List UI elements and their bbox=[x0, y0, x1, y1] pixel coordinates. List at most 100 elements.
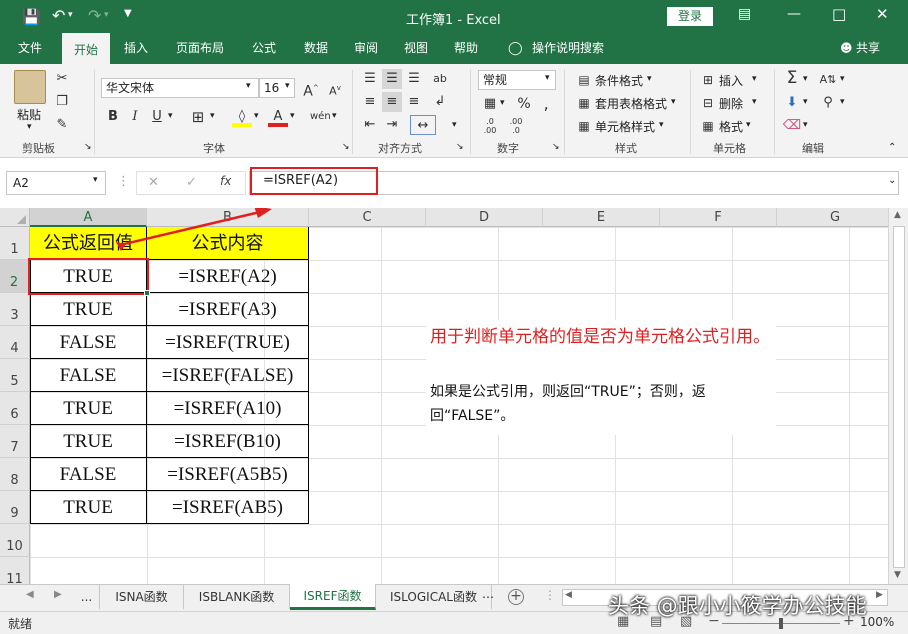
phonetic-dropdown-icon[interactable]: ▾ bbox=[332, 111, 337, 121]
format-dropdown-icon[interactable]: ▾ bbox=[746, 120, 751, 130]
sheet-tab-more[interactable]: ... bbox=[74, 585, 100, 609]
font-launcher-icon[interactable]: ↘ bbox=[342, 142, 350, 152]
name-box-dropdown-icon[interactable]: ▾ bbox=[93, 175, 98, 185]
tab-splitter-icon[interactable]: ⋮ bbox=[544, 588, 556, 602]
tab-formulas[interactable]: 公式 bbox=[244, 33, 284, 64]
clear-dropdown-icon[interactable]: ▾ bbox=[803, 120, 808, 130]
sort-dropdown-icon[interactable]: ▾ bbox=[840, 74, 845, 84]
currency-icon[interactable]: ▦ bbox=[480, 94, 500, 114]
sheet-tab-isref[interactable]: ISREF函数 bbox=[290, 584, 376, 610]
font-name-dropdown-icon[interactable]: ▾ bbox=[246, 81, 251, 91]
fill-color-dropdown-icon[interactable]: ▾ bbox=[254, 111, 259, 121]
autosum-dropdown-icon[interactable]: ▾ bbox=[803, 74, 808, 84]
format-as-table-button[interactable]: 套用表格格式 bbox=[595, 95, 667, 112]
clear-icon[interactable]: ⌫ bbox=[782, 116, 802, 136]
italic-icon[interactable]: I bbox=[125, 107, 145, 127]
scroll-right-icon[interactable]: ▶ bbox=[876, 590, 883, 600]
fill-dropdown-icon[interactable]: ▾ bbox=[803, 97, 808, 107]
maximize-icon[interactable]: □ bbox=[832, 5, 846, 23]
align-launcher-icon[interactable]: ↘ bbox=[456, 142, 464, 152]
font-name-select[interactable]: 华文宋体 bbox=[101, 78, 259, 98]
redo-icon[interactable]: ↷ bbox=[88, 6, 101, 25]
tab-file[interactable]: 文件 bbox=[10, 33, 50, 64]
decrease-decimal-icon[interactable]: .00.0 bbox=[506, 117, 526, 137]
save-icon[interactable]: 💾 bbox=[22, 8, 41, 26]
increase-decimal-icon[interactable]: .0.00 bbox=[480, 117, 500, 137]
scroll-tabs-left-icon[interactable]: ◀ bbox=[26, 589, 34, 600]
sheet-tab-isblank[interactable]: ISBLANK函数 bbox=[184, 585, 290, 609]
cut-icon[interactable]: ✂ bbox=[52, 69, 72, 89]
borders-dropdown-icon[interactable]: ▾ bbox=[210, 111, 215, 121]
comma-style-icon[interactable]: ‚ bbox=[536, 94, 556, 114]
tab-home[interactable]: 开始 bbox=[62, 33, 110, 64]
tab-insert[interactable]: 插入 bbox=[116, 33, 156, 64]
paste-dropdown-icon[interactable]: ▾ bbox=[27, 122, 32, 132]
borders-icon[interactable]: ⊞ bbox=[188, 107, 208, 127]
sort-filter-icon[interactable]: A⇅ bbox=[818, 70, 838, 90]
increase-indent-icon[interactable]: ⇥ bbox=[382, 115, 402, 135]
wrap-text-icon[interactable]: ↲ bbox=[430, 92, 450, 112]
tab-view[interactable]: 视图 bbox=[396, 33, 436, 64]
phonetic-icon[interactable]: wén bbox=[310, 107, 331, 127]
delete-cells-button[interactable]: 删除 bbox=[719, 95, 743, 112]
decrease-indent-icon[interactable]: ⇤ bbox=[360, 115, 380, 135]
new-sheet-icon[interactable]: + bbox=[508, 589, 524, 605]
font-size-dropdown-icon[interactable]: ▾ bbox=[285, 81, 290, 91]
merge-center-icon[interactable]: ↔ bbox=[410, 115, 436, 135]
ribbon-display-icon[interactable]: ▤ bbox=[738, 6, 751, 22]
fill-color-icon[interactable]: ◊ bbox=[232, 107, 252, 127]
orientation-icon[interactable]: ab bbox=[430, 69, 450, 89]
align-middle-icon[interactable]: ☰ bbox=[382, 69, 402, 89]
insert-dropdown-icon[interactable]: ▾ bbox=[752, 74, 757, 84]
underline-dropdown-icon[interactable]: ▾ bbox=[168, 111, 173, 121]
vertical-scroll-thumb[interactable] bbox=[893, 226, 905, 568]
align-left-icon[interactable]: ≡ bbox=[360, 92, 380, 112]
align-bottom-icon[interactable]: ☰ bbox=[404, 69, 424, 89]
underline-icon[interactable]: U bbox=[147, 107, 167, 127]
percent-icon[interactable]: % bbox=[514, 94, 534, 114]
name-box[interactable]: A2 bbox=[6, 171, 106, 195]
vertical-scrollbar[interactable]: ▲ ▼ bbox=[888, 208, 908, 584]
minimize-icon[interactable]: — bbox=[787, 6, 801, 22]
increase-font-icon[interactable]: A^ bbox=[301, 78, 321, 100]
paste-icon[interactable] bbox=[14, 70, 46, 104]
sheet-tab-islogical[interactable]: ISLOGICAL函数 bbox=[376, 585, 492, 609]
worksheet-grid[interactable]: A B C D E F G 1 2 3 4 5 6 7 8 9 10 11 公式… bbox=[0, 208, 888, 584]
clipboard-launcher-icon[interactable]: ↘ bbox=[84, 142, 92, 152]
find-dropdown-icon[interactable]: ▾ bbox=[840, 97, 845, 107]
align-top-icon[interactable]: ☰ bbox=[360, 69, 380, 89]
paste-button[interactable]: 粘贴 bbox=[17, 106, 41, 123]
bold-icon[interactable]: B bbox=[103, 107, 123, 127]
insert-function-icon[interactable]: fx bbox=[220, 174, 231, 188]
copy-icon[interactable]: ❐ bbox=[52, 92, 72, 112]
cell-styles-dropdown-icon[interactable]: ▾ bbox=[659, 120, 664, 130]
expand-formula-icon[interactable]: ⌄ bbox=[888, 175, 896, 186]
undo-dropdown-icon[interactable]: ▾ bbox=[68, 10, 73, 20]
tab-review[interactable]: 审阅 bbox=[346, 33, 386, 64]
conditional-format-button[interactable]: 条件格式 bbox=[595, 72, 643, 89]
scroll-left-icon[interactable]: ◀ bbox=[565, 590, 572, 600]
login-button[interactable]: 登录 bbox=[667, 7, 713, 26]
share-button[interactable]: 共享 bbox=[856, 33, 888, 64]
find-select-icon[interactable]: ⚲ bbox=[818, 93, 838, 113]
font-color-icon[interactable]: A bbox=[268, 107, 288, 127]
undo-icon[interactable]: ↶ bbox=[52, 6, 65, 25]
format-painter-icon[interactable]: ✎ bbox=[52, 115, 72, 135]
conditional-format-dropdown-icon[interactable]: ▾ bbox=[647, 74, 652, 84]
close-icon[interactable]: ✕ bbox=[876, 5, 889, 23]
tab-help[interactable]: 帮助 bbox=[446, 33, 486, 64]
scroll-down-icon[interactable]: ▼ bbox=[894, 570, 901, 580]
more-tabs-icon[interactable]: … bbox=[482, 587, 494, 601]
customize-qat-icon[interactable]: ▼ bbox=[124, 8, 132, 19]
format-cells-button[interactable]: 格式 bbox=[719, 118, 743, 135]
formula-input[interactable]: =ISREF(A2) bbox=[250, 167, 378, 195]
scroll-tabs-right-icon[interactable]: ▶ bbox=[54, 589, 62, 600]
sheet-tab-isna[interactable]: ISNA函数 bbox=[100, 585, 184, 609]
merge-dropdown-icon[interactable]: ▾ bbox=[452, 120, 457, 130]
number-launcher-icon[interactable]: ↘ bbox=[552, 142, 560, 152]
autosum-icon[interactable]: Σ bbox=[782, 68, 802, 88]
table-format-dropdown-icon[interactable]: ▾ bbox=[671, 97, 676, 107]
tab-data[interactable]: 数据 bbox=[296, 33, 336, 64]
decrease-font-icon[interactable]: Av bbox=[325, 78, 345, 98]
number-format-dropdown-icon[interactable]: ▾ bbox=[545, 73, 550, 83]
